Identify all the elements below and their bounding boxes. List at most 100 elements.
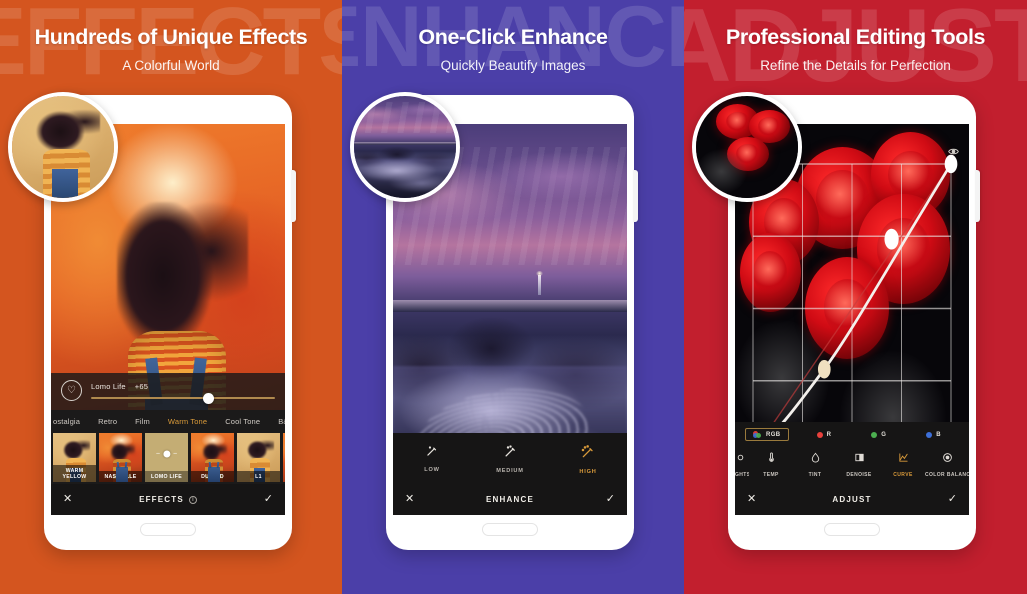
headline-enhance: One-Click Enhance Quickly Beautify Image… <box>342 0 684 73</box>
filter-category-retro[interactable]: Retro <box>89 415 126 428</box>
adjust-tool-label: CURVE <box>893 472 913 478</box>
panel-adjust: ADJUST Professional Editing Tools Refine… <box>684 0 1027 594</box>
filter-thumb-lomo-life[interactable]: − − LOMO LIFE <box>145 433 188 482</box>
rgb-channel-selector: RGB R G B <box>735 422 969 447</box>
close-icon[interactable]: ✕ <box>63 494 72 505</box>
filter-category-bw[interactable]: B&W <box>269 415 285 428</box>
filter-thumb-label: WARM YELLOW <box>53 465 96 482</box>
adjust-tool-label: DENOISE <box>846 472 872 478</box>
filter-category-cool-tone[interactable]: Cool Tone <box>216 415 269 428</box>
magic-wand-icon <box>393 444 471 460</box>
filter-thumbnail-strip[interactable]: WARM YELLOW NASHVILLE −− LOMO LIFE <box>51 433 285 484</box>
filter-category-warm-tone[interactable]: Warm Tone <box>159 415 216 428</box>
headline-adjust: Professional Editing Tools Refine the De… <box>684 0 1027 73</box>
inset-preview-bubble-adjust <box>692 92 802 202</box>
enhance-level-low[interactable]: LOW <box>393 444 471 475</box>
app-store-screenshot-board: EFFECTS Hundreds of Unique Effects A Col… <box>0 0 1027 594</box>
adjust-tool-label: COLOR BALANCE <box>925 472 969 478</box>
channel-red[interactable]: R <box>797 431 852 438</box>
magic-wand-icon <box>471 444 549 461</box>
phone-side-button[interactable] <box>633 170 638 222</box>
enhance-level-selector: LOW MEDIUM HIGH <box>393 433 627 484</box>
filter-thumb-l1[interactable]: L1 <box>237 433 280 482</box>
panel-enhance: ENHANCE One-Click Enhance Quickly Beauti… <box>342 0 684 594</box>
color-balance-icon <box>925 452 969 466</box>
adjust-tool-denoise[interactable]: DENOISE <box>837 452 881 478</box>
filter-thumb-next[interactable] <box>283 433 285 482</box>
enhance-mode-label: ENHANCE <box>486 495 534 504</box>
page-subtitle: A Colorful World <box>122 58 220 73</box>
adjust-tool-highlights[interactable]: GHTS <box>735 452 749 478</box>
headline-effects: Hundreds of Unique Effects A Colorful Wo… <box>0 0 342 73</box>
close-icon[interactable]: ✕ <box>747 494 756 505</box>
check-icon[interactable]: ✓ <box>606 494 615 505</box>
adjust-tool-temp[interactable]: TEMP <box>749 452 793 478</box>
home-button[interactable] <box>140 523 196 536</box>
filter-intensity-slider[interactable]: Lomo Life +65 <box>91 382 275 404</box>
page-title: One-Click Enhance <box>418 25 608 49</box>
phone-side-button[interactable] <box>291 170 296 222</box>
adjust-editor-ui: RGB R G B GHTS TEMP TINT DENOISE CURVE C… <box>735 422 969 515</box>
tone-curve-editor[interactable] <box>746 154 958 463</box>
curve-icon <box>881 452 925 466</box>
home-button[interactable] <box>824 523 880 536</box>
filter-adjust-handle[interactable]: − − <box>156 450 177 458</box>
filter-thumb-dulled[interactable]: DULLED <box>191 433 234 482</box>
phone-side-button[interactable] <box>975 170 980 222</box>
slider-track[interactable] <box>91 392 275 404</box>
inset-preview-art <box>354 96 456 198</box>
adjust-tool-curve[interactable]: CURVE <box>881 452 925 478</box>
enhance-editor-ui: LOW MEDIUM HIGH ✕ ENHANCE ✓ <box>393 433 627 515</box>
eye-icon[interactable] <box>948 146 959 159</box>
page-subtitle: Quickly Beautify Images <box>440 58 586 73</box>
filter-thumb-nashville[interactable]: NASHVILLE <box>99 433 142 482</box>
channel-rgb[interactable]: RGB <box>745 428 789 441</box>
filter-value-label: +65 <box>134 382 149 392</box>
magic-wand-icon <box>549 444 627 462</box>
enhance-level-medium[interactable]: MEDIUM <box>471 444 549 475</box>
filter-category-film[interactable]: Film <box>126 415 159 428</box>
rgb-icon <box>753 431 762 438</box>
page-subtitle: Refine the Details for Perfection <box>760 58 951 73</box>
filter-thumb-warm-yellow[interactable]: WARM YELLOW <box>53 433 96 482</box>
adjust-tool-color-balance[interactable]: COLOR BALANCE <box>925 452 969 478</box>
enhance-action-bar: ✕ ENHANCE ✓ <box>393 484 627 515</box>
adjust-tool-tint[interactable]: TINT <box>793 452 837 478</box>
filter-thumb-label: L1 <box>237 471 280 482</box>
curve-point-midhigh <box>884 228 899 250</box>
filter-intensity-row: ♡ Lomo Life +65 <box>51 373 285 410</box>
channel-green[interactable]: G <box>851 431 906 438</box>
info-icon[interactable]: i <box>188 495 197 504</box>
channel-label: RGB <box>766 431 781 438</box>
adjust-tool-label: TEMP <box>763 472 779 478</box>
effects-mode-label-group: EFFECTS i <box>139 495 197 504</box>
channel-label: B <box>936 431 941 438</box>
enhance-level-label: HIGH <box>579 469 597 475</box>
check-icon[interactable]: ✓ <box>948 494 957 505</box>
slider-knob[interactable] <box>203 392 215 404</box>
panel-effects: EFFECTS Hundreds of Unique Effects A Col… <box>0 0 342 594</box>
inset-preview-bubble-effects <box>8 92 118 202</box>
heart-icon[interactable]: ♡ <box>61 380 82 401</box>
curve-point-midlow <box>817 359 831 379</box>
droplet-icon <box>793 452 837 466</box>
effects-editor-ui: ♡ Lomo Life +65 ostalgia Retro Film Warm… <box>51 373 285 515</box>
filter-category-nostalgia[interactable]: ostalgia <box>51 415 89 428</box>
thermometer-icon <box>749 452 793 466</box>
adjust-tool-strip[interactable]: GHTS TEMP TINT DENOISE CURVE COLOR BALAN… <box>735 447 969 484</box>
channel-blue[interactable]: B <box>906 431 961 438</box>
green-swatch-icon <box>871 431 878 438</box>
close-icon[interactable]: ✕ <box>405 494 414 505</box>
tone-curve-svg[interactable] <box>746 154 958 463</box>
enhance-mode-label-group: ENHANCE <box>486 495 534 504</box>
enhance-level-high[interactable]: HIGH <box>549 444 627 475</box>
channel-label: R <box>826 431 832 438</box>
red-swatch-icon <box>816 431 823 438</box>
inset-preview-art <box>696 96 798 198</box>
photo-detail-lighthouse <box>536 270 544 295</box>
adjust-action-bar: ✕ ADJUST ✓ <box>735 484 969 515</box>
adjust-mode-label-group: ADJUST <box>832 495 871 504</box>
home-button[interactable] <box>482 523 538 536</box>
enhance-level-label: LOW <box>424 467 440 473</box>
check-icon[interactable]: ✓ <box>264 494 273 505</box>
